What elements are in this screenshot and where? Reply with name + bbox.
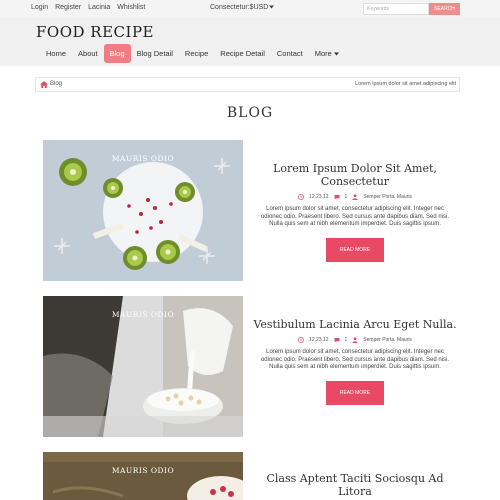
nav-recipe-detail[interactable]: Recipe Detail bbox=[214, 44, 271, 63]
account-links: Login Register Lacinia Whishlist bbox=[31, 4, 150, 11]
blog-post: MAURIS ODIO Vestibulum Lacinia Arcu Eget… bbox=[43, 296, 463, 438]
chevron-down-icon bbox=[333, 52, 339, 56]
user-icon bbox=[352, 337, 358, 343]
read-more-button[interactable]: Read More bbox=[326, 237, 384, 262]
search-input[interactable] bbox=[363, 3, 429, 15]
image-caption: MAURIS ODIO bbox=[111, 466, 175, 475]
post-comments-count: 1 bbox=[344, 194, 348, 200]
image-caption: MAURIS ODIO bbox=[111, 310, 175, 319]
post-title[interactable]: Vestibulum Lacinia Arcu Eget Nulla. bbox=[250, 318, 460, 331]
register-link[interactable]: Register bbox=[55, 4, 81, 11]
wishlist-link[interactable]: Whishlist bbox=[117, 4, 145, 11]
search-button[interactable]: Search bbox=[429, 3, 460, 15]
read-more-button[interactable]: Read More bbox=[326, 380, 384, 405]
nav-more-label: More bbox=[314, 49, 332, 58]
site-logo[interactable]: FOOD RECIPE bbox=[36, 23, 154, 41]
nav-about[interactable]: About bbox=[72, 44, 104, 63]
breadcrumb-tagline: Lorem ipsum dolor sit amet adipiscing el… bbox=[355, 81, 456, 87]
currency-label: Consectetur:$USD bbox=[210, 4, 269, 11]
image-caption: MAURIS ODIO bbox=[111, 154, 175, 163]
user-icon bbox=[352, 194, 358, 200]
post-content: Vestibulum Lacinia Arcu Eget Nulla. 12.2… bbox=[250, 318, 460, 405]
post-title[interactable]: Lorem Ipsum Dolor Sit Amet, Consectetur bbox=[250, 162, 460, 188]
post-date: 12.23.12 bbox=[309, 194, 329, 200]
top-utility-bar: Login Register Lacinia Whishlist Consect… bbox=[0, 0, 500, 18]
post-excerpt: Lorem ipsum dolor sit amet, consectetur … bbox=[260, 349, 450, 370]
nav-blog[interactable]: Blog bbox=[103, 44, 131, 63]
breadcrumb: Blog Lorem ipsum dolor sit amet adipisci… bbox=[35, 77, 460, 92]
post-excerpt: Lorem ipsum dolor sit amet, consectetur … bbox=[260, 206, 450, 227]
main-nav: Home About Blog Blog Detail Recipe Recip… bbox=[40, 44, 345, 63]
post-date: 12.23.12 bbox=[309, 337, 329, 343]
clock-icon bbox=[298, 194, 304, 200]
post-comments-count: 1 bbox=[344, 337, 348, 343]
post-meta: 12.23.12 1 Semper Porta. Mauris bbox=[250, 337, 460, 343]
nav-recipe[interactable]: Recipe bbox=[179, 44, 214, 63]
post-author[interactable]: Semper Porta. Mauris bbox=[363, 194, 412, 200]
nav-home[interactable]: Home bbox=[40, 44, 72, 63]
nav-more[interactable]: More bbox=[309, 44, 345, 63]
breadcrumb-current: Blog bbox=[50, 81, 63, 87]
comment-icon bbox=[334, 338, 340, 343]
post-content: Lorem Ipsum Dolor Sit Amet, Consectetur … bbox=[250, 162, 460, 262]
lacinia-link[interactable]: Lacinia bbox=[88, 4, 110, 11]
post-meta: 12.23.12 1 Semper Porta. Mauris bbox=[250, 194, 460, 200]
home-icon[interactable] bbox=[40, 81, 48, 88]
currency-selector[interactable]: Consectetur:$USD bbox=[210, 4, 275, 11]
post-author[interactable]: Semper Porta. Mauris bbox=[363, 337, 412, 343]
nav-blog-detail[interactable]: Blog Detail bbox=[131, 44, 179, 63]
post-image-milk-cereal[interactable]: MAURIS ODIO bbox=[43, 296, 243, 437]
post-image-kiwi-popsicles[interactable]: MAURIS ODIO bbox=[43, 140, 243, 281]
clock-icon bbox=[298, 337, 304, 343]
login-link[interactable]: Login bbox=[31, 4, 48, 11]
post-image-berries[interactable]: MAURIS ODIO bbox=[43, 452, 243, 500]
post-title[interactable]: Class Aptent Taciti Sociosqu Ad Litora bbox=[250, 472, 460, 498]
berries-illustration bbox=[43, 452, 243, 500]
blog-post: MAURIS ODIO Class Aptent Taciti Sociosqu… bbox=[43, 452, 463, 500]
comment-icon bbox=[334, 195, 340, 200]
blog-post: MAURIS ODIO Lorem Ipsum Dolor Sit Amet, … bbox=[43, 140, 463, 282]
chevron-down-icon bbox=[269, 5, 275, 9]
nav-contact[interactable]: Contact bbox=[271, 44, 309, 63]
page-title: BLOG bbox=[226, 105, 274, 121]
site-header: FOOD RECIPE Home About Blog Blog Detail … bbox=[0, 18, 500, 66]
post-content: Class Aptent Taciti Sociosqu Ad Litora bbox=[250, 472, 460, 498]
